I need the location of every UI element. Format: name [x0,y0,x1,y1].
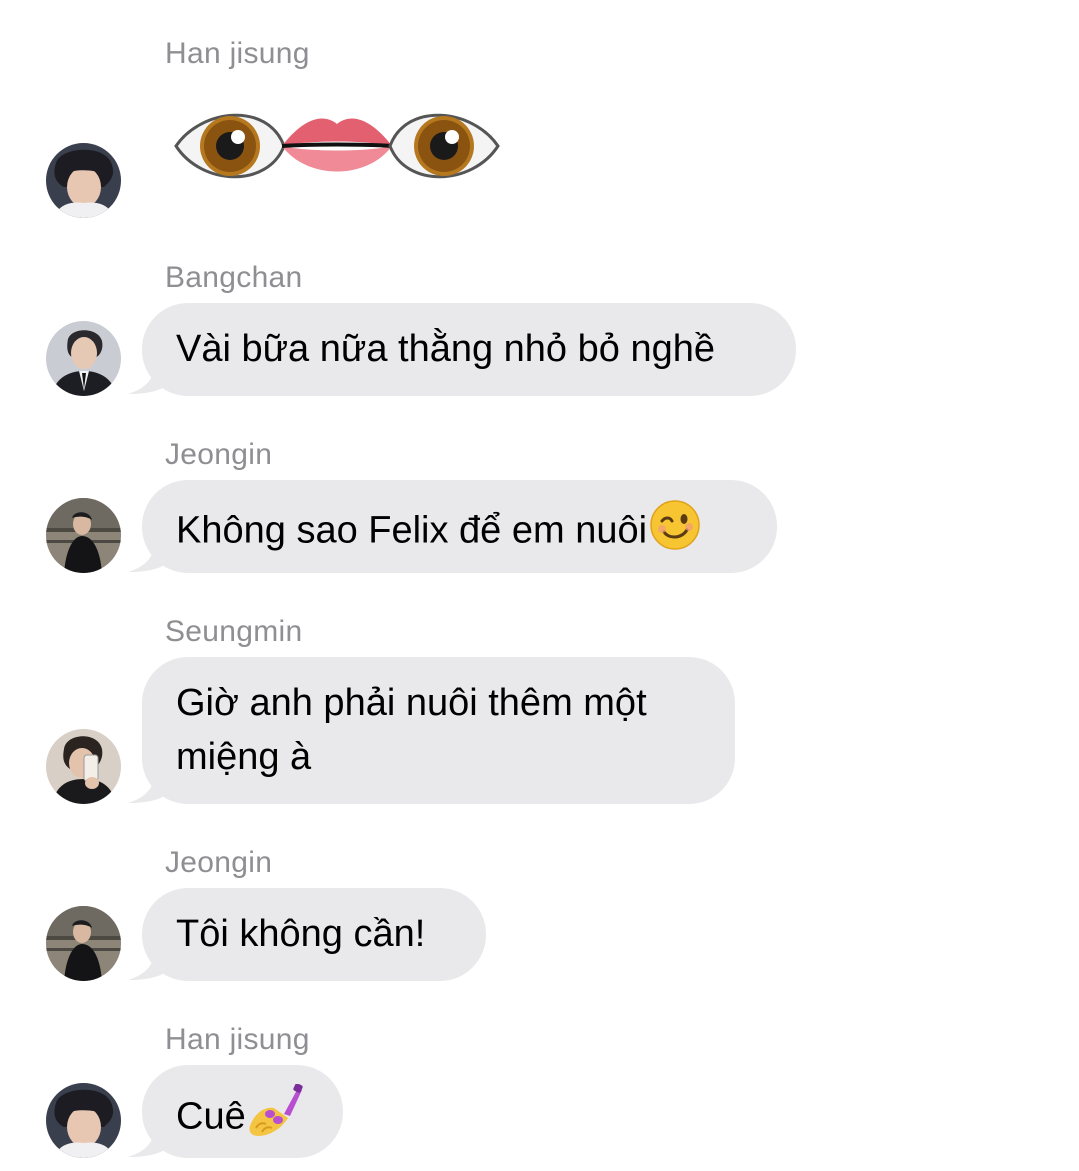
message-text-line: Giờ anh phải nuôi thêm một [176,682,647,724]
avatar[interactable] [46,1083,121,1158]
message-text: Cuê [176,1095,246,1138]
message-bubble[interactable]: Không sao Felix để em nuôi [142,480,777,573]
message-text-line: miệng à [176,736,312,778]
eye-icon [174,113,286,179]
message-bubble[interactable]: Cuê [142,1065,343,1158]
sender-name: Jeongin [165,846,273,879]
sender-name: Jeongin [165,438,273,471]
message-text: Tôi không cần! [176,913,426,955]
avatar[interactable] [46,906,121,981]
sender-name: Han jisung [165,37,310,70]
nail-polish-icon [248,1083,304,1153]
message-bubble[interactable]: Giờ anh phải nuôi thêm một miệng à [142,657,735,804]
sender-name: Bangchan [165,261,303,294]
message-text: Vài bữa nữa thằng nhỏ bỏ nghề [176,328,715,370]
emoji-message[interactable] [172,100,502,192]
message-bubble[interactable]: Tôi không cần! [142,888,486,981]
winking-face-icon [649,499,701,566]
lips-icon [281,118,393,172]
eye-icon [388,113,500,179]
avatar[interactable] [46,729,121,804]
avatar[interactable] [46,143,121,218]
avatar[interactable] [46,321,121,396]
sender-name: Seungmin [165,615,303,648]
sender-name: Han jisung [165,1023,310,1056]
message-text: Không sao Felix để em nuôi [176,509,648,552]
message-bubble[interactable]: Vài bữa nữa thằng nhỏ bỏ nghề [142,303,796,396]
avatar[interactable] [46,498,121,573]
